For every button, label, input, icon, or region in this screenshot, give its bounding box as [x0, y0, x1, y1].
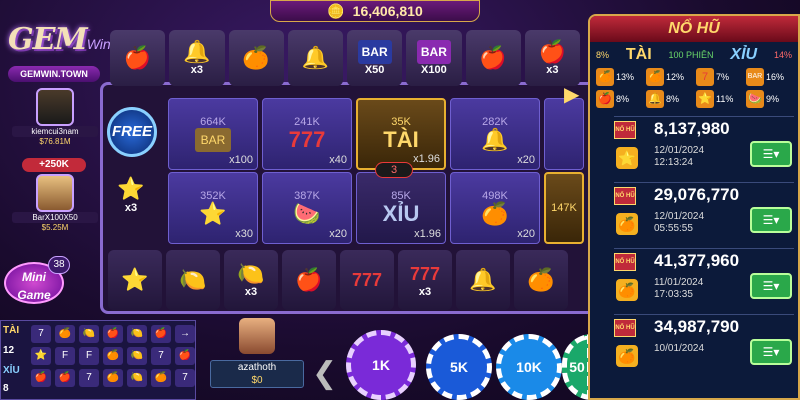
free-spin-button[interactable]: FREE — [104, 100, 160, 164]
countdown-badge: 3 — [375, 162, 413, 178]
symbol-tile: 🍎 — [110, 30, 166, 86]
player-card[interactable]: kiemcui3nam $76.81M — [12, 88, 98, 146]
star-multiplier: ⭐ x3 — [106, 176, 156, 234]
bet-cell-xiu[interactable]: 85K XỈU x1.96 — [356, 172, 446, 244]
current-player: azathoth $0 — [210, 318, 304, 398]
details-button[interactable]: ☰▾ — [750, 339, 792, 365]
chip-5k[interactable]: 5K — [426, 334, 492, 400]
coin-stack-icon: 🪙 — [327, 2, 345, 19]
logo-text: GEM — [8, 22, 88, 57]
chip-1k[interactable]: 1K — [346, 330, 416, 400]
jackpot-entry: NỔ HŨ 41,377,960 🍊 11/01/2024 17:03:35 ☰▾ — [614, 248, 794, 310]
bet-cell[interactable]: 498K 🍊 x20 — [450, 172, 540, 244]
symbol-tile: 🍎 — [282, 250, 336, 310]
player-name: azathoth — [237, 362, 277, 373]
symbol-tile: BAR X100 — [406, 30, 462, 86]
bet-cell-tai[interactable]: 35K TÀI x1.96 — [356, 98, 446, 170]
panel-title: NỔ HŨ — [590, 16, 798, 42]
avatar — [36, 88, 74, 126]
player-card[interactable]: BarX100X50 $5.25M — [12, 174, 98, 232]
jackpot-entry: NỔ HŨ 8,137,980 ⭐ 12/01/2024 12:13:24 ☰▾ — [614, 116, 794, 178]
xiu-count: 8 — [3, 383, 9, 394]
history-grid: 7 🍊 🍋 🍎 🍋 🍎 → ⭐ F F 🍊 🍋 7 🍎 🍎 🍎 7 🍊 🍋 🍊 7 — [31, 325, 195, 387]
history-panel: TÀI 12 XỈU 8 7 🍊 🍋 🍎 🍋 🍎 → ⭐ F F 🍊 🍋 7 🍎 🍎 🍎 7 🍊 🍋 🍊 7 — [0, 320, 196, 400]
logo-site: GEMWIN.TOWN — [8, 66, 100, 82]
symbol-tile: 🍋 — [166, 250, 220, 310]
avatar — [36, 174, 74, 212]
game-logo: GEMWin GEMWIN.TOWN — [8, 22, 111, 84]
bet-cell[interactable]: 282K 🔔 x20 — [450, 98, 540, 170]
xiu-label: XỈU — [3, 365, 20, 376]
details-button[interactable]: ☰▾ — [750, 141, 792, 167]
symbol-tile: 🍎 x3 — [524, 30, 580, 86]
tai-count: 12 — [3, 345, 15, 356]
bet-cell[interactable]: 241K 777 x40 — [262, 98, 352, 170]
expand-arrow-icon[interactable]: ▶ — [564, 80, 582, 110]
avatar — [239, 318, 275, 354]
symbol-tile: 🍎 — [465, 30, 521, 86]
player-name: kiemcui3nam — [12, 126, 98, 137]
player-money: $5.25M — [41, 223, 69, 232]
mini-game-count: 38 — [48, 256, 70, 274]
symbol-tile: ⭐ — [108, 250, 162, 310]
win-badge: +250K — [22, 158, 86, 172]
symbol-tile: 777 x3 — [398, 250, 452, 310]
top-symbol-row: 🍎 🔔 x3 🍊 🔔 BAR X50 BAR X100 🍎 🍎 x3 — [110, 30, 580, 86]
star-icon: ⭐ — [117, 176, 145, 201]
tai-xiu-stats: 8% TÀI 100 PHIÊN XỈU 14% — [596, 46, 792, 63]
logo-sub: Win — [86, 36, 111, 52]
tai-label: TÀI — [3, 325, 20, 336]
bet-cell[interactable]: 352K ⭐ x30 — [168, 172, 258, 244]
symbol-tile: 🍋 x3 — [224, 250, 278, 310]
player-money: $0 — [251, 375, 263, 386]
bet-cell[interactable]: 664K BAR x100 — [168, 98, 258, 170]
symbol-tile: 🔔 — [287, 30, 343, 86]
jackpot-panel: NỔ HŨ 8% TÀI 100 PHIÊN XỈU 14% 🍊 13% 🍊 12%… — [588, 14, 800, 400]
symbol-tile: 🍊 — [228, 30, 284, 86]
balance-bar: 🪙 16,406,810 — [270, 0, 480, 22]
symbol-tile: 🍊 — [514, 250, 568, 310]
player-name: BarX100X50 — [12, 212, 98, 223]
symbol-tile: 777 — [340, 250, 394, 310]
bet-cell[interactable]: 387K 🍉 x20 — [262, 172, 352, 244]
details-button[interactable]: ☰▾ — [750, 207, 792, 233]
symbol-stats: 🍊 13% 🍊 12% 7 7% BAR 16% 🍎 8% 🔔 8% ⭐ 11% 🍉 9% — [590, 68, 798, 108]
details-button[interactable]: ☰▾ — [750, 273, 792, 299]
chip-10k[interactable]: 10K — [496, 334, 562, 400]
free-label: FREE — [107, 107, 157, 157]
symbol-tile: BAR X50 — [347, 30, 403, 86]
jackpot-entry: NỔ HŨ 29,076,770 🍊 12/01/2024 05:55:55 ☰▾ — [614, 182, 794, 244]
balance-value: 16,406,810 — [352, 3, 423, 19]
symbol-tile: 🔔 x3 — [169, 30, 225, 86]
player-money: $76.81M — [39, 137, 71, 146]
bottom-symbol-row: ⭐ 🍋 🍋 x3 🍎 777 777 x3 🔔 🍊 — [108, 250, 588, 312]
back-arrow-icon[interactable]: ❮ — [312, 356, 337, 391]
jackpot-entry: NỔ HŨ 34,987,790 🍊 10/01/2024 ☰▾ — [614, 314, 794, 376]
bet-cell[interactable]: 147K — [544, 172, 584, 244]
mini-game-button[interactable]: Mini Game 38 — [4, 256, 70, 314]
symbol-tile: 🔔 — [456, 250, 510, 310]
